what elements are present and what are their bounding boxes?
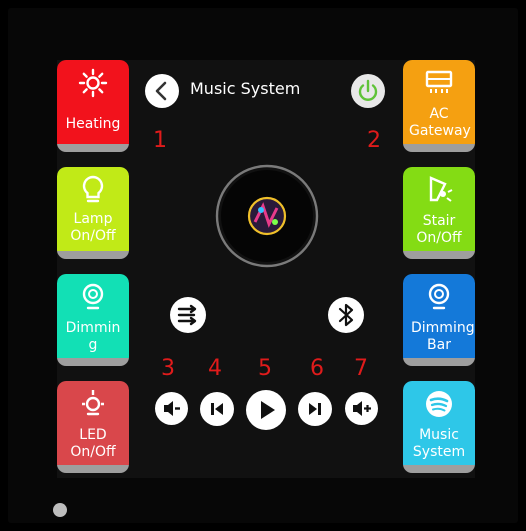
tile-heating[interactable]: Heating <box>57 60 129 152</box>
led-bulb-icon <box>57 387 129 421</box>
previous-button[interactable] <box>200 392 234 426</box>
annotation-1: 1 <box>153 128 167 153</box>
tile-led[interactable]: LED On/Off <box>57 381 129 473</box>
next-icon <box>309 403 321 415</box>
annotation-7: 7 <box>354 356 368 381</box>
tile-label: Dimming <box>65 320 121 353</box>
tile-footer <box>403 465 475 473</box>
tile-lamp[interactable]: Lamp On/Off <box>57 167 129 259</box>
shuffle-icon <box>177 304 197 326</box>
tile-label: Lamp On/Off <box>70 211 116 244</box>
tile-footer <box>57 358 129 366</box>
tile-label: AC Gateway <box>409 106 471 139</box>
page-title: Music System <box>190 79 301 98</box>
tile-label: Heating <box>65 116 121 132</box>
play-icon <box>261 401 275 419</box>
tile-footer <box>57 144 129 152</box>
play-button[interactable] <box>246 390 286 430</box>
stair-light-icon <box>403 173 475 207</box>
previous-icon <box>211 403 223 415</box>
tile-label: Stair On/Off <box>416 213 462 246</box>
shuffle-button[interactable] <box>170 297 206 333</box>
volume-up-button[interactable] <box>345 392 378 425</box>
volume-up-icon <box>353 401 371 416</box>
power-icon <box>358 79 378 101</box>
dimmer-bulb-icon <box>57 280 129 314</box>
tile-music-system[interactable]: Music System <box>403 381 475 473</box>
tile-stair[interactable]: Stair On/Off <box>403 167 475 259</box>
tile-dimming-bar[interactable]: Dimming Bar <box>403 274 475 366</box>
back-button[interactable] <box>145 74 179 108</box>
ac-unit-icon <box>403 66 475 100</box>
album-art-disc[interactable] <box>215 164 319 268</box>
tile-footer <box>57 465 129 473</box>
annotation-3: 3 <box>161 356 175 381</box>
chevron-left-icon <box>155 81 167 101</box>
next-button[interactable] <box>298 392 332 426</box>
album-art-icon <box>247 196 287 236</box>
status-led <box>53 503 67 517</box>
tile-footer <box>403 358 475 366</box>
bluetooth-icon <box>338 303 354 327</box>
tile-label: Music System <box>412 427 466 460</box>
tile-ac-gateway[interactable]: AC Gateway <box>403 60 475 152</box>
power-button[interactable] <box>351 74 385 108</box>
tile-label: LED On/Off <box>70 427 116 460</box>
annotation-5: 5 <box>258 356 272 381</box>
volume-down-button[interactable] <box>155 392 188 425</box>
annotation-2: 2 <box>367 128 381 153</box>
dimmer-bulb-icon <box>403 280 475 314</box>
tile-footer <box>403 251 475 259</box>
bulb-icon <box>57 173 129 207</box>
tile-label: Dimming Bar <box>411 320 475 353</box>
volume-down-icon <box>164 401 180 416</box>
bluetooth-button[interactable] <box>328 297 364 333</box>
sun-icon <box>57 66 129 100</box>
spotify-icon <box>403 387 475 421</box>
tile-footer <box>57 251 129 259</box>
tile-footer <box>403 144 475 152</box>
annotation-4: 4 <box>208 356 222 381</box>
annotation-6: 6 <box>310 356 324 381</box>
tile-dimming[interactable]: Dimming <box>57 274 129 366</box>
